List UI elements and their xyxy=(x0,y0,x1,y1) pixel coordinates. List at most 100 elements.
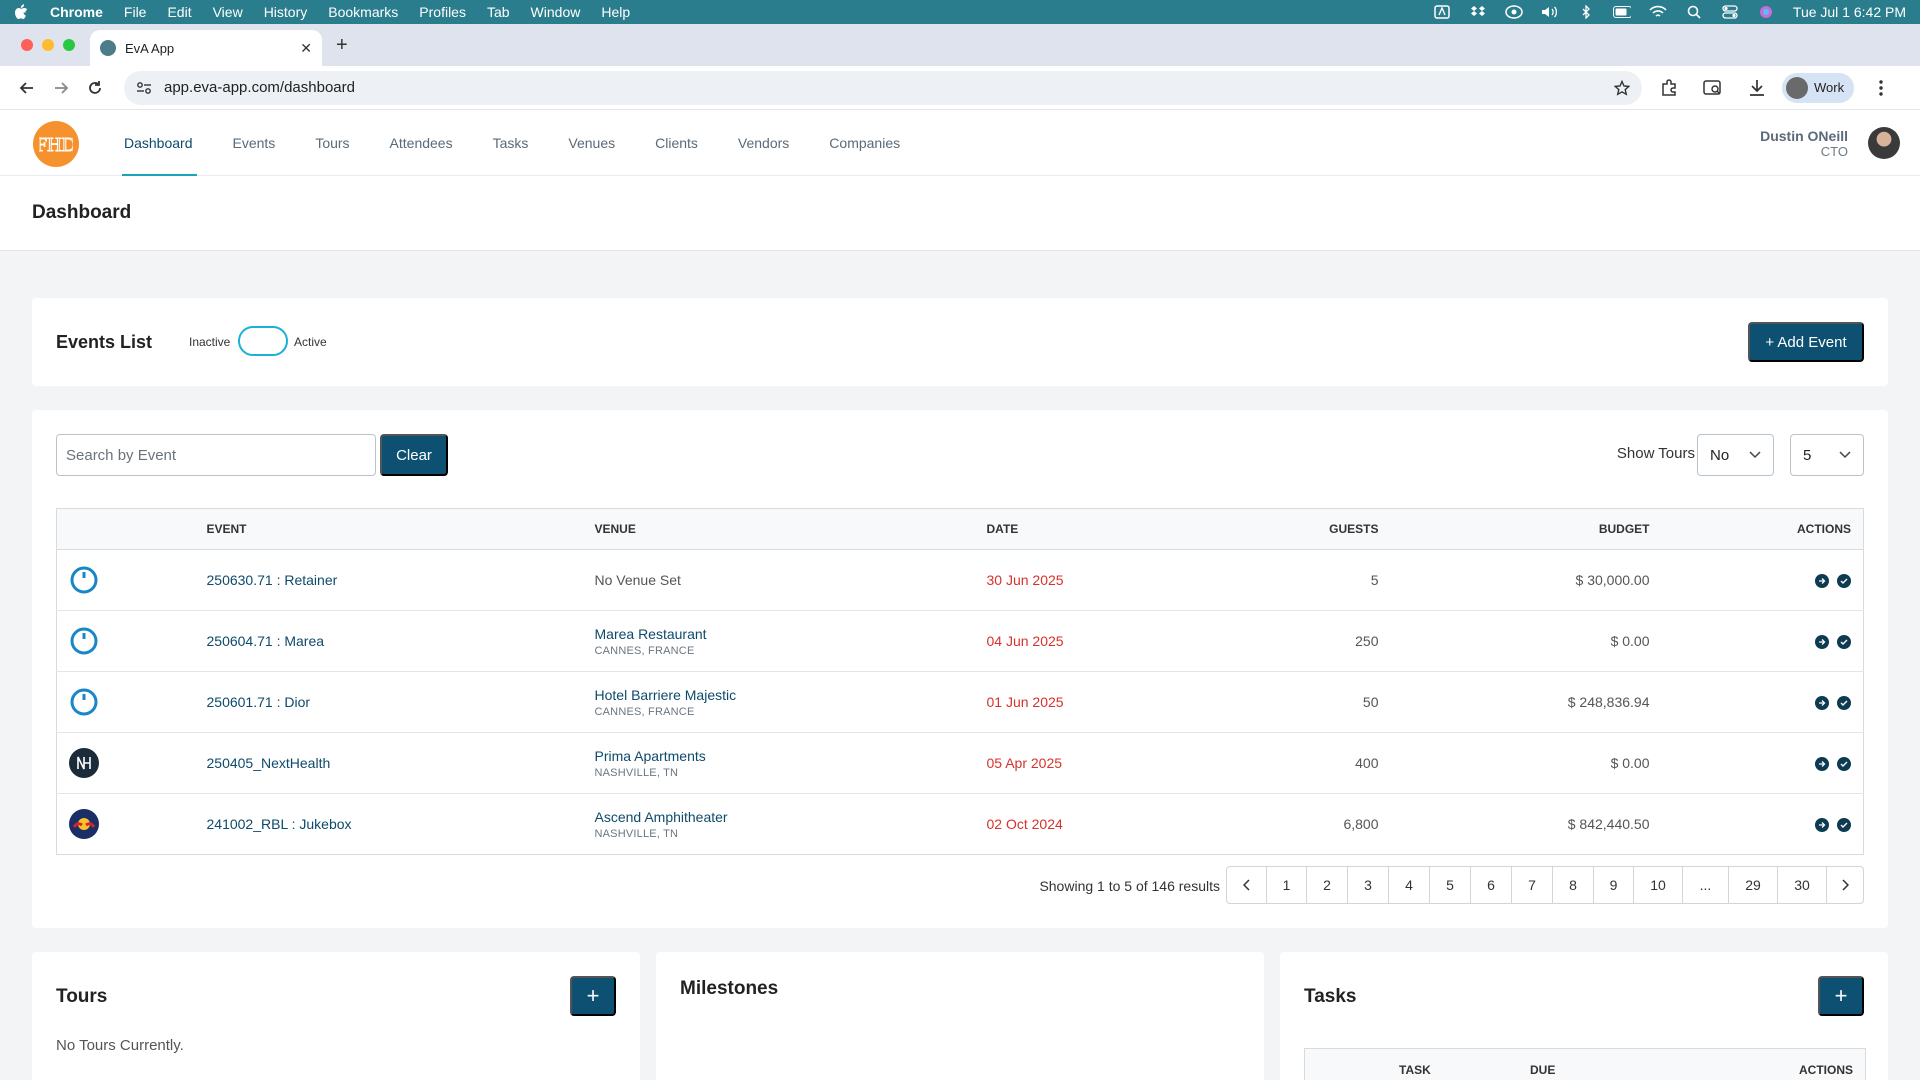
clear-button[interactable]: Clear xyxy=(380,434,448,476)
col-venue[interactable]: VENUE xyxy=(594,508,987,550)
page-button[interactable]: 10 xyxy=(1634,867,1683,903)
new-tab-plus-icon[interactable]: + xyxy=(336,34,348,57)
col-date[interactable]: DATE xyxy=(986,508,1177,550)
user-avatar[interactable] xyxy=(1868,127,1900,159)
event-link[interactable]: 250601.71 : Dior xyxy=(207,694,311,710)
nav-clients[interactable]: Clients xyxy=(655,110,698,176)
bluetooth-icon[interactable] xyxy=(1577,5,1595,19)
apple-icon[interactable] xyxy=(14,4,30,20)
page-button[interactable]: 5 xyxy=(1430,867,1471,903)
bookmark-star-icon[interactable] xyxy=(1614,79,1630,96)
arrow-right-icon[interactable] xyxy=(1815,573,1829,588)
col-guests[interactable]: GUESTS xyxy=(1176,508,1379,550)
menu-history[interactable]: History xyxy=(264,4,308,20)
page-size-select[interactable]: 5 xyxy=(1790,434,1864,476)
dropbox-icon[interactable] xyxy=(1469,5,1487,19)
menu-edit[interactable]: Edit xyxy=(167,4,191,20)
page-button[interactable]: 6 xyxy=(1471,867,1512,903)
active-inactive-toggle[interactable] xyxy=(238,326,288,356)
next-page-chevron-icon[interactable] xyxy=(1827,867,1863,903)
nav-tasks[interactable]: Tasks xyxy=(493,110,529,176)
arrow-right-icon[interactable] xyxy=(1815,695,1829,710)
page-button[interactable]: 4 xyxy=(1389,867,1430,903)
menu-bookmarks[interactable]: Bookmarks xyxy=(328,4,398,20)
event-link[interactable]: 250630.71 : Retainer xyxy=(207,572,338,588)
page-button[interactable]: 29 xyxy=(1729,867,1778,903)
page-button[interactable]: 7 xyxy=(1512,867,1553,903)
tab-search-icon[interactable] xyxy=(1696,73,1730,103)
more-menu-kebab-icon[interactable] xyxy=(1864,73,1898,103)
spotlight-icon[interactable] xyxy=(1685,5,1703,19)
menu-window[interactable]: Window xyxy=(531,4,581,20)
vpn-icon[interactable] xyxy=(1505,5,1523,19)
nav-tours[interactable]: Tours xyxy=(315,110,349,176)
col-budget[interactable]: BUDGET xyxy=(1378,508,1650,550)
close-window-button[interactable] xyxy=(21,39,33,51)
menu-profiles[interactable]: Profiles xyxy=(419,4,466,20)
page-button[interactable]: 9 xyxy=(1594,867,1634,903)
profile-button[interactable]: Work xyxy=(1782,72,1855,103)
forward-arrow-icon[interactable] xyxy=(46,73,76,103)
venue-name[interactable]: Ascend Amphitheater xyxy=(595,809,987,825)
nav-venues[interactable]: Venues xyxy=(568,110,615,176)
venue-name[interactable]: Prima Apartments xyxy=(595,748,987,764)
venue-name[interactable]: Hotel Barriere Majestic xyxy=(595,687,987,703)
nav-events[interactable]: Events xyxy=(233,110,276,176)
nav-vendors[interactable]: Vendors xyxy=(738,110,789,176)
download-icon[interactable] xyxy=(1740,73,1774,103)
show-tours-select[interactable]: No xyxy=(1697,434,1774,476)
extensions-puzzle-icon[interactable] xyxy=(1652,73,1686,103)
event-link[interactable]: 250604.71 : Marea xyxy=(207,633,325,649)
event-link[interactable]: 250405_NextHealth xyxy=(207,755,331,771)
col-event[interactable]: EVENT xyxy=(206,508,595,550)
check-icon[interactable] xyxy=(1837,756,1851,771)
battery-icon[interactable] xyxy=(1612,5,1631,19)
browser-tab-active[interactable]: EvA App ✕ xyxy=(90,30,322,66)
close-icon[interactable]: ✕ xyxy=(300,40,312,57)
reload-icon[interactable] xyxy=(80,73,110,103)
back-arrow-icon[interactable] xyxy=(12,73,42,103)
col-due[interactable]: DUE xyxy=(1530,1063,1555,1077)
arrow-right-icon[interactable] xyxy=(1815,634,1829,649)
volume-icon[interactable] xyxy=(1541,5,1559,19)
arrow-right-icon[interactable] xyxy=(1815,756,1829,771)
power-icon xyxy=(69,626,99,656)
menu-chrome[interactable]: Chrome xyxy=(50,4,103,20)
minimize-window-button[interactable] xyxy=(42,39,54,51)
check-icon[interactable] xyxy=(1837,817,1851,832)
zoom-window-button[interactable] xyxy=(63,39,75,51)
siri-icon[interactable] xyxy=(1757,5,1775,19)
nav-attendees[interactable]: Attendees xyxy=(390,110,453,176)
event-link[interactable]: 241002_RBL : Jukebox xyxy=(207,816,352,832)
page-button[interactable]: 30 xyxy=(1778,867,1827,903)
col-task[interactable]: TASK xyxy=(1399,1063,1431,1077)
page-button[interactable]: 2 xyxy=(1307,867,1348,903)
venue-name[interactable]: Marea Restaurant xyxy=(595,626,987,642)
search-event-input[interactable] xyxy=(56,434,376,476)
page-button[interactable]: 1 xyxy=(1267,867,1307,903)
page-button[interactable]: 3 xyxy=(1348,867,1389,903)
fhd-logo[interactable]: FHD xyxy=(33,121,79,167)
page-button[interactable]: 8 xyxy=(1553,867,1594,903)
check-icon[interactable] xyxy=(1837,695,1851,710)
arrow-right-icon[interactable] xyxy=(1815,817,1829,832)
menu-file[interactable]: File xyxy=(124,4,147,20)
control-center-icon[interactable] xyxy=(1721,5,1739,19)
adobe-icon[interactable] xyxy=(1433,5,1451,19)
nav-companies[interactable]: Companies xyxy=(829,110,900,176)
address-bar[interactable]: app.eva-app.com/dashboard xyxy=(124,70,1642,105)
add-event-button[interactable]: + Add Event xyxy=(1748,322,1864,362)
check-icon[interactable] xyxy=(1837,573,1851,588)
nav-dashboard[interactable]: Dashboard xyxy=(122,110,196,176)
menu-tab[interactable]: Tab xyxy=(487,4,510,20)
check-icon[interactable] xyxy=(1837,634,1851,649)
menu-help[interactable]: Help xyxy=(601,4,630,20)
user-info[interactable]: Dustin ONeill CTO xyxy=(1760,128,1848,159)
prev-page-chevron-icon[interactable] xyxy=(1227,867,1267,903)
menu-view[interactable]: View xyxy=(213,4,243,20)
site-settings-icon[interactable] xyxy=(136,81,152,95)
menubar-clock[interactable]: Tue Jul 1 6:42 PM xyxy=(1793,4,1906,20)
add-task-button[interactable]: + xyxy=(1818,976,1864,1016)
wifi-icon[interactable] xyxy=(1649,5,1667,19)
add-tour-button[interactable]: + xyxy=(570,976,616,1016)
